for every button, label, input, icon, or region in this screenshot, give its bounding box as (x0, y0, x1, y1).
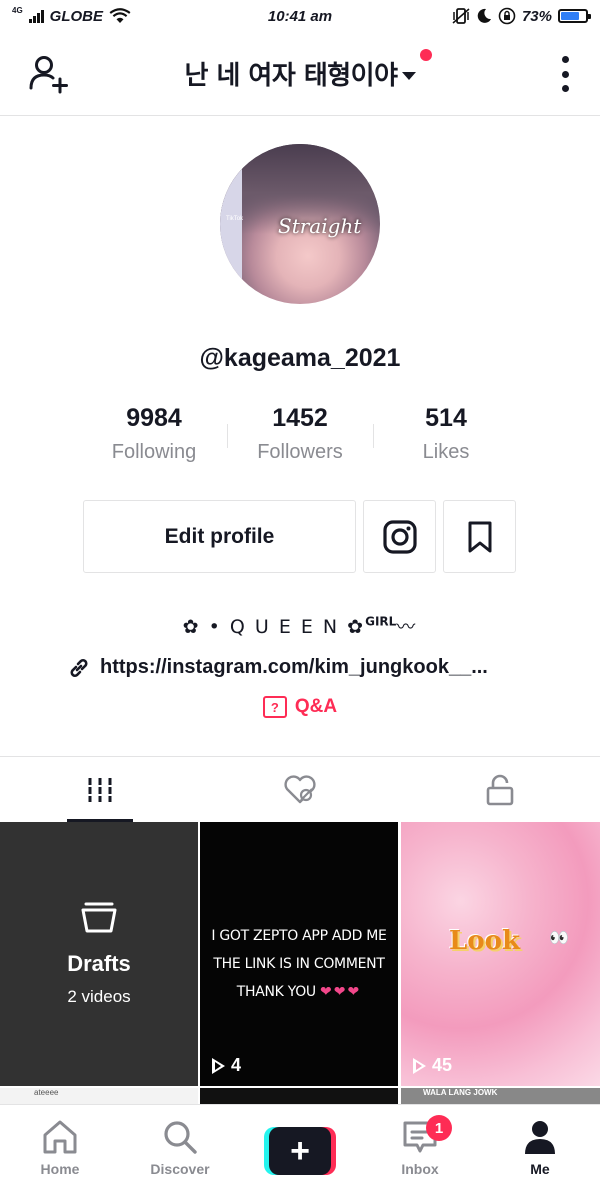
username: @kageama_2021 (199, 344, 401, 372)
link-text: https://instagram.com/kim_jungkook__... (100, 656, 488, 678)
instagram-button[interactable] (363, 500, 436, 573)
profile-header: 난 네 여자 태형이야 (0, 32, 600, 116)
view-count: 4 (212, 1055, 241, 1076)
hearts-emoji: ❤❤❤ (320, 984, 362, 1000)
stat-likes[interactable]: 514 Likes (366, 404, 526, 464)
profile-tabs (0, 756, 600, 822)
question-icon: ? (262, 696, 287, 718)
video-tile[interactable]: ateeee (0, 1088, 198, 1104)
bio-text: ✿ • Q U E E N ✿ (182, 616, 366, 638)
drafts-count: 2 videos (67, 987, 131, 1006)
battery-icon (558, 9, 591, 23)
create-button[interactable]: + (264, 1127, 336, 1175)
view-count: 45 (413, 1055, 452, 1076)
play-icon (413, 1057, 426, 1074)
nav-label: Me (530, 1161, 550, 1177)
thumbnail-text: ateeee (34, 1088, 59, 1097)
eyes-emoji: 👀 (549, 930, 569, 947)
video-overlay-text: Look (449, 926, 520, 956)
lock-icon (486, 774, 514, 806)
bio-tail: 〰 (396, 616, 418, 638)
tab-videos[interactable] (0, 757, 200, 823)
home-icon (43, 1120, 77, 1154)
avatar-watermark: TikTok (226, 216, 244, 222)
link-icon (70, 658, 88, 677)
favorites-button[interactable] (443, 500, 516, 573)
view-count-value: 45 (432, 1055, 453, 1075)
carrier-name: GLOBE (49, 7, 104, 25)
nav-label: Home (40, 1161, 80, 1177)
qa-label: Q&A (294, 696, 338, 717)
video-caption: I GOT ZEPTO APP ADD ME THE LINK IS IN CO… (210, 922, 388, 1006)
notification-dot (419, 49, 432, 61)
stat-label: Following (111, 441, 197, 463)
nav-inbox[interactable]: Inbox 1 (360, 1115, 480, 1177)
view-count-value: 4 (231, 1055, 242, 1075)
moon-icon (477, 8, 491, 23)
edit-profile-button[interactable]: Edit profile (83, 500, 356, 573)
play-icon (212, 1057, 225, 1074)
add-friend-icon[interactable] (28, 54, 70, 94)
video-grid-row-2: ateeee WALA LANG JOWK (0, 1088, 600, 1104)
avatar[interactable]: TikTok Straight (220, 144, 380, 304)
status-bar: 4G GLOBE 10:41 am 73% (0, 0, 600, 32)
stat-value: 1452 (272, 404, 328, 432)
thumbnail-text: WALA LANG JOWK (423, 1088, 498, 1097)
nav-label: Discover (150, 1161, 210, 1177)
tab-private[interactable] (400, 757, 600, 823)
drafts-title: Drafts (67, 951, 131, 976)
profile-stats: 9984 Following 1452 Followers 514 Likes (0, 404, 600, 470)
wifi-icon (109, 8, 131, 23)
stat-label: Likes (422, 441, 470, 463)
video-tile[interactable]: Look 👀 45 (401, 822, 600, 1086)
video-tile[interactable]: WALA LANG JOWK (401, 1088, 600, 1104)
stat-followers[interactable]: 1452 Followers (220, 404, 380, 464)
nav-me[interactable]: Me (480, 1119, 600, 1177)
grid-icon (88, 778, 112, 802)
avatar-band (220, 144, 242, 304)
instagram-icon (382, 519, 417, 554)
bottom-nav: Home Discover + Inbox 1 Me (0, 1104, 600, 1200)
plus-icon: + (269, 1127, 331, 1175)
stat-label: Followers (257, 441, 343, 463)
video-grid: Drafts 2 videos I GOT ZEPTO APP ADD ME T… (0, 822, 600, 1086)
drafts-icon (81, 902, 117, 933)
search-icon (164, 1121, 197, 1154)
nav-home[interactable]: Home (0, 1119, 120, 1177)
avatar-overlay-text: Straight (278, 214, 362, 238)
stat-value: 9984 (126, 404, 182, 432)
caption-line: I GOT ZEPTO APP ADD ME (211, 928, 387, 944)
account-switcher[interactable]: 난 네 여자 태형이야 (184, 49, 432, 92)
battery-percent: 73% (521, 7, 552, 25)
caption-line: THANK YOU (236, 984, 316, 1000)
tab-liked[interactable] (200, 757, 400, 823)
video-tile[interactable] (200, 1088, 398, 1104)
network-type: 4G (12, 5, 23, 15)
more-options-icon[interactable] (560, 56, 570, 92)
page-title: 난 네 여자 태형이야 (184, 61, 398, 91)
video-tile[interactable]: I GOT ZEPTO APP ADD ME THE LINK IS IN CO… (200, 822, 398, 1086)
bio-superscript: GIRL (365, 614, 397, 629)
chevron-down-icon (401, 71, 416, 80)
status-left: 4G GLOBE (12, 5, 131, 25)
stat-following[interactable]: 9984 Following (74, 404, 234, 464)
stat-value: 514 (425, 404, 467, 432)
nav-discover[interactable]: Discover (120, 1119, 240, 1177)
drafts-tile[interactable]: Drafts 2 videos (0, 822, 198, 1086)
vibrate-icon (452, 8, 470, 24)
rotation-lock-icon (498, 7, 516, 25)
inbox-badge: 1 (426, 1115, 452, 1141)
qa-button[interactable]: ? Q&A (0, 696, 600, 718)
bookmark-icon (468, 521, 491, 552)
nav-label: Inbox (401, 1161, 439, 1177)
caption-line: THE LINK IS IN COMMENT (213, 956, 385, 972)
bio-link[interactable]: https://instagram.com/kim_jungkook__... (68, 656, 488, 679)
profile-icon (525, 1121, 555, 1154)
liked-hidden-icon (284, 775, 316, 804)
status-right: 73% (452, 7, 591, 25)
signal-icon (28, 9, 44, 23)
bio: ✿ • Q U E E N ✿GIRL〰 (0, 612, 600, 639)
